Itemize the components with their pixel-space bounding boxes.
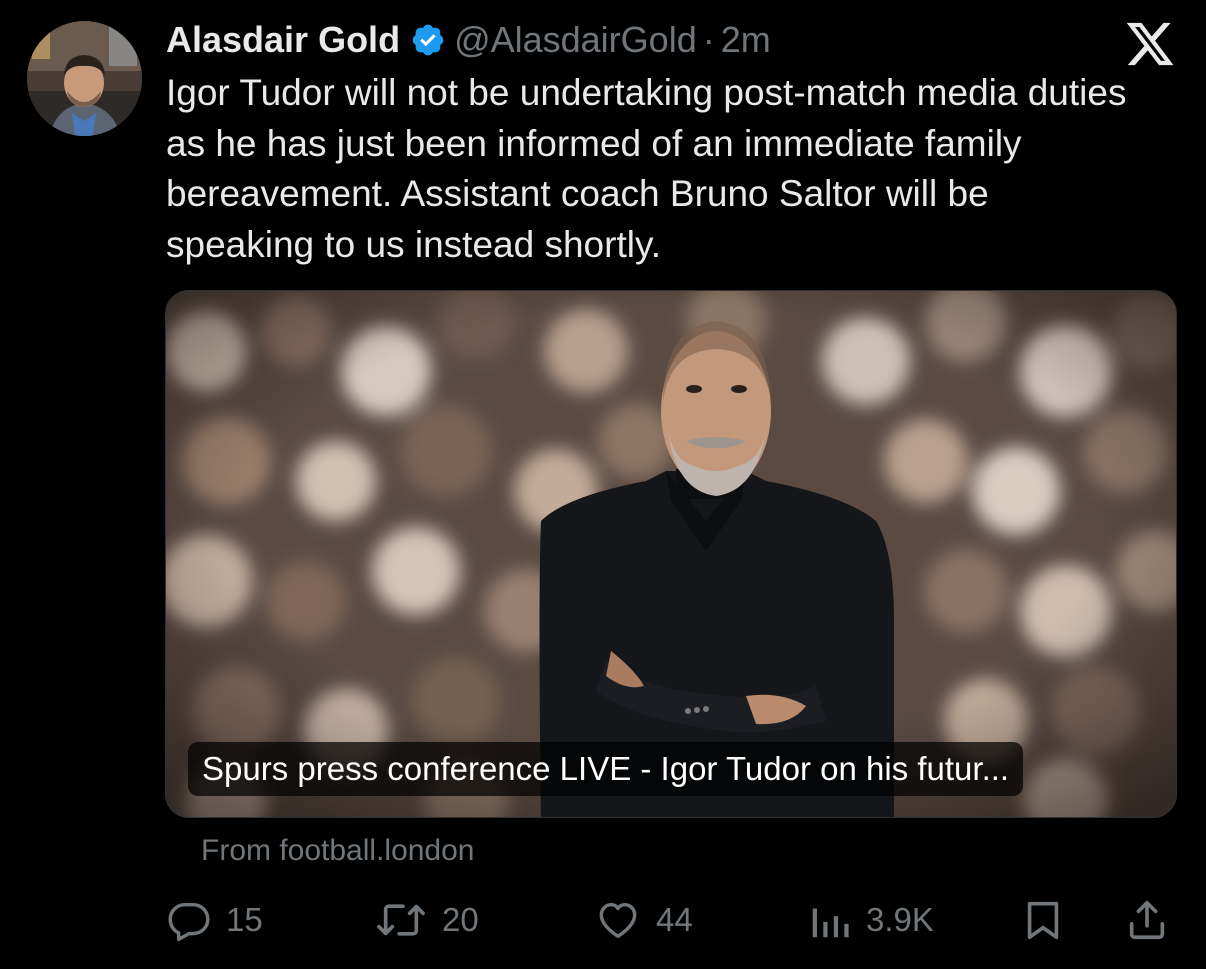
repost-count: 20 bbox=[442, 901, 479, 938]
views-button[interactable]: 3.9K bbox=[808, 890, 934, 950]
author-display-name[interactable]: Alasdair Gold bbox=[166, 19, 400, 61]
tweet-header: Alasdair Gold @AlasdairGold · 2m bbox=[166, 18, 771, 62]
link-source[interactable]: From football.london bbox=[201, 834, 475, 868]
separator-dot: · bbox=[702, 19, 715, 60]
share-button[interactable] bbox=[1124, 890, 1170, 950]
repost-icon bbox=[374, 897, 428, 943]
reply-count: 15 bbox=[226, 901, 263, 938]
link-preview-card[interactable] bbox=[165, 290, 1177, 818]
bookmark-icon bbox=[1020, 897, 1066, 943]
reply-button[interactable]: 15 bbox=[166, 890, 263, 950]
verified-badge-icon[interactable] bbox=[410, 22, 446, 58]
card-image bbox=[166, 291, 1176, 817]
action-bar: 15 20 44 3.9K bbox=[0, 890, 1206, 950]
reply-icon bbox=[166, 897, 212, 943]
post-timestamp[interactable]: 2m bbox=[721, 19, 771, 61]
tweet-body-text: Igor Tudor will not be undertaking post-… bbox=[166, 72, 1127, 265]
author-handle[interactable]: @AlasdairGold bbox=[454, 19, 697, 61]
heart-icon bbox=[594, 897, 642, 943]
views-count: 3.9K bbox=[866, 901, 934, 938]
link-card-title[interactable]: Spurs press conference LIVE - Igor Tudor… bbox=[188, 742, 1024, 796]
share-icon bbox=[1124, 897, 1170, 943]
views-chart-icon bbox=[808, 897, 852, 943]
bookmark-button[interactable] bbox=[1020, 890, 1066, 950]
like-button[interactable]: 44 bbox=[594, 890, 693, 950]
repost-button[interactable]: 20 bbox=[374, 890, 479, 950]
x-logo-icon bbox=[1124, 18, 1176, 70]
author-avatar[interactable] bbox=[27, 21, 142, 136]
like-count: 44 bbox=[656, 901, 693, 938]
